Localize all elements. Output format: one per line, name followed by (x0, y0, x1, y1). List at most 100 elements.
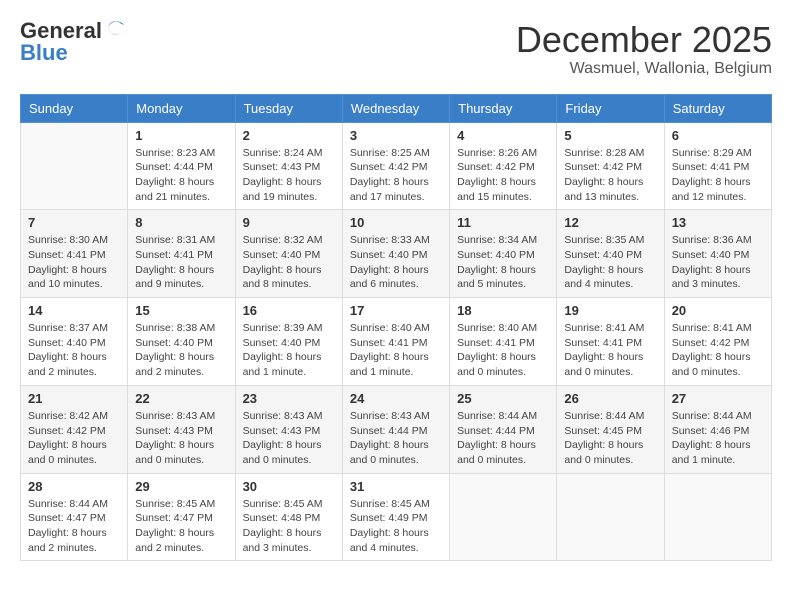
calendar-cell: 12 Sunrise: 8:35 AMSunset: 4:40 PMDayligh… (557, 210, 664, 298)
cell-content: Sunrise: 8:38 AMSunset: 4:40 PMDaylight:… (135, 321, 227, 380)
cell-content: Sunrise: 8:44 AMSunset: 4:44 PMDaylight:… (457, 409, 549, 468)
calendar-cell: 23 Sunrise: 8:43 AMSunset: 4:43 PMDayligh… (235, 385, 342, 473)
cell-content: Sunrise: 8:45 AMSunset: 4:48 PMDaylight:… (243, 497, 335, 556)
location-subtitle: Wasmuel, Wallonia, Belgium (516, 60, 772, 78)
calendar-cell: 16 Sunrise: 8:39 AMSunset: 4:40 PMDayligh… (235, 298, 342, 386)
calendar-cell: 20 Sunrise: 8:41 AMSunset: 4:42 PMDayligh… (664, 298, 771, 386)
calendar-cell: 3Sunrise: 8:25 AMSunset: 4:42 PMDaylight… (342, 122, 449, 210)
day-header-wednesday: Wednesday (342, 94, 449, 122)
calendar-cell: 21 Sunrise: 8:42 AMSunset: 4:42 PMDayligh… (21, 385, 128, 473)
day-number: 1 (135, 128, 227, 143)
day-number: 6 (672, 128, 764, 143)
calendar-cell: 26 Sunrise: 8:44 AMSunset: 4:45 PMDayligh… (557, 385, 664, 473)
cell-content: Sunrise: 8:43 AMSunset: 4:43 PMDaylight:… (243, 409, 335, 468)
calendar-cell: 9Sunrise: 8:32 AMSunset: 4:40 PMDaylight… (235, 210, 342, 298)
calendar-cell (450, 473, 557, 561)
cell-content: Sunrise: 8:37 AMSunset: 4:40 PMDaylight:… (28, 321, 120, 380)
cell-content: Sunrise: 8:42 AMSunset: 4:42 PMDaylight:… (28, 409, 120, 468)
day-number: 5 (564, 128, 656, 143)
cell-content: Sunrise: 8:39 AMSunset: 4:40 PMDaylight:… (243, 321, 335, 380)
month-title: December 2025 (516, 20, 772, 60)
cell-content: Sunrise: 8:31 AMSunset: 4:41 PMDaylight:… (135, 233, 227, 292)
cell-content: Sunrise: 8:30 AMSunset: 4:41 PMDaylight:… (28, 233, 120, 292)
day-number: 29 (135, 479, 227, 494)
logo-icon (104, 16, 126, 38)
cell-content: Sunrise: 8:26 AMSunset: 4:42 PMDaylight:… (457, 146, 549, 205)
day-number: 13 (672, 215, 764, 230)
calendar-week-5: 28 Sunrise: 8:44 AMSunset: 4:47 PMDayligh… (21, 473, 772, 561)
calendar-cell: 30 Sunrise: 8:45 AMSunset: 4:48 PMDayligh… (235, 473, 342, 561)
day-number: 25 (457, 391, 549, 406)
cell-content: Sunrise: 8:23 AMSunset: 4:44 PMDaylight:… (135, 146, 227, 205)
day-header-sunday: Sunday (21, 94, 128, 122)
day-header-tuesday: Tuesday (235, 94, 342, 122)
cell-content: Sunrise: 8:44 AMSunset: 4:47 PMDaylight:… (28, 497, 120, 556)
calendar-cell: 25 Sunrise: 8:44 AMSunset: 4:44 PMDayligh… (450, 385, 557, 473)
day-number: 31 (350, 479, 442, 494)
calendar-cell: 5 Sunrise: 8:28 AMSunset: 4:42 PMDaylight… (557, 122, 664, 210)
calendar-cell: 7 Sunrise: 8:30 AMSunset: 4:41 PMDaylight… (21, 210, 128, 298)
day-number: 23 (243, 391, 335, 406)
calendar-cell: 31 Sunrise: 8:45 AMSunset: 4:49 PMDayligh… (342, 473, 449, 561)
day-number: 16 (243, 303, 335, 318)
calendar-week-1: 1 Sunrise: 8:23 AMSunset: 4:44 PMDaylight… (21, 122, 772, 210)
page-header: General Blue December 2025 Wasmuel, Wall… (20, 20, 772, 78)
day-number: 12 (564, 215, 656, 230)
day-number: 15 (135, 303, 227, 318)
day-number: 30 (243, 479, 335, 494)
logo-general: General (20, 20, 102, 42)
cell-content: Sunrise: 8:44 AMSunset: 4:45 PMDaylight:… (564, 409, 656, 468)
day-number: 27 (672, 391, 764, 406)
cell-content: Sunrise: 8:24 AMSunset: 4:43 PMDaylight:… (243, 146, 335, 205)
calendar-week-4: 21 Sunrise: 8:42 AMSunset: 4:42 PMDayligh… (21, 385, 772, 473)
day-number: 21 (28, 391, 120, 406)
cell-content: Sunrise: 8:45 AMSunset: 4:49 PMDaylight:… (350, 497, 442, 556)
day-number: 22 (135, 391, 227, 406)
day-number: 20 (672, 303, 764, 318)
title-section: December 2025 Wasmuel, Wallonia, Belgium (516, 20, 772, 78)
calendar-cell: 29Sunrise: 8:45 AMSunset: 4:47 PMDayligh… (128, 473, 235, 561)
calendar-cell (557, 473, 664, 561)
day-number: 10 (350, 215, 442, 230)
day-number: 11 (457, 215, 549, 230)
calendar-cell: 8 Sunrise: 8:31 AMSunset: 4:41 PMDaylight… (128, 210, 235, 298)
calendar-cell: 13Sunrise: 8:36 AMSunset: 4:40 PMDayligh… (664, 210, 771, 298)
cell-content: Sunrise: 8:34 AMSunset: 4:40 PMDaylight:… (457, 233, 549, 292)
calendar-cell: 17Sunrise: 8:40 AMSunset: 4:41 PMDayligh… (342, 298, 449, 386)
cell-content: Sunrise: 8:29 AMSunset: 4:41 PMDaylight:… (672, 146, 764, 205)
calendar-cell: 18 Sunrise: 8:40 AMSunset: 4:41 PMDayligh… (450, 298, 557, 386)
day-header-saturday: Saturday (664, 94, 771, 122)
cell-content: Sunrise: 8:41 AMSunset: 4:42 PMDaylight:… (672, 321, 764, 380)
day-number: 24 (350, 391, 442, 406)
day-number: 18 (457, 303, 549, 318)
calendar-cell: 24Sunrise: 8:43 AMSunset: 4:44 PMDayligh… (342, 385, 449, 473)
cell-content: Sunrise: 8:41 AMSunset: 4:41 PMDaylight:… (564, 321, 656, 380)
calendar-week-2: 7 Sunrise: 8:30 AMSunset: 4:41 PMDaylight… (21, 210, 772, 298)
day-number: 26 (564, 391, 656, 406)
calendar-cell (21, 122, 128, 210)
logo: General Blue (20, 20, 126, 64)
calendar-cell: 15 Sunrise: 8:38 AMSunset: 4:40 PMDayligh… (128, 298, 235, 386)
logo-blue: Blue (20, 42, 68, 64)
calendar-table: SundayMondayTuesdayWednesdayThursdayFrid… (20, 94, 772, 562)
cell-content: Sunrise: 8:28 AMSunset: 4:42 PMDaylight:… (564, 146, 656, 205)
day-header-monday: Monday (128, 94, 235, 122)
day-number: 8 (135, 215, 227, 230)
cell-content: Sunrise: 8:40 AMSunset: 4:41 PMDaylight:… (350, 321, 442, 380)
day-number: 4 (457, 128, 549, 143)
day-number: 19 (564, 303, 656, 318)
cell-content: Sunrise: 8:35 AMSunset: 4:40 PMDaylight:… (564, 233, 656, 292)
calendar-cell: 19 Sunrise: 8:41 AMSunset: 4:41 PMDayligh… (557, 298, 664, 386)
day-header-thursday: Thursday (450, 94, 557, 122)
calendar-cell: 11 Sunrise: 8:34 AMSunset: 4:40 PMDayligh… (450, 210, 557, 298)
calendar-cell: 27Sunrise: 8:44 AMSunset: 4:46 PMDayligh… (664, 385, 771, 473)
calendar-cell: 28 Sunrise: 8:44 AMSunset: 4:47 PMDayligh… (21, 473, 128, 561)
day-number: 28 (28, 479, 120, 494)
calendar-week-3: 14Sunrise: 8:37 AMSunset: 4:40 PMDayligh… (21, 298, 772, 386)
day-number: 7 (28, 215, 120, 230)
cell-content: Sunrise: 8:43 AMSunset: 4:43 PMDaylight:… (135, 409, 227, 468)
cell-content: Sunrise: 8:32 AMSunset: 4:40 PMDaylight:… (243, 233, 335, 292)
cell-content: Sunrise: 8:40 AMSunset: 4:41 PMDaylight:… (457, 321, 549, 380)
calendar-header-row: SundayMondayTuesdayWednesdayThursdayFrid… (21, 94, 772, 122)
calendar-cell: 2Sunrise: 8:24 AMSunset: 4:43 PMDaylight… (235, 122, 342, 210)
